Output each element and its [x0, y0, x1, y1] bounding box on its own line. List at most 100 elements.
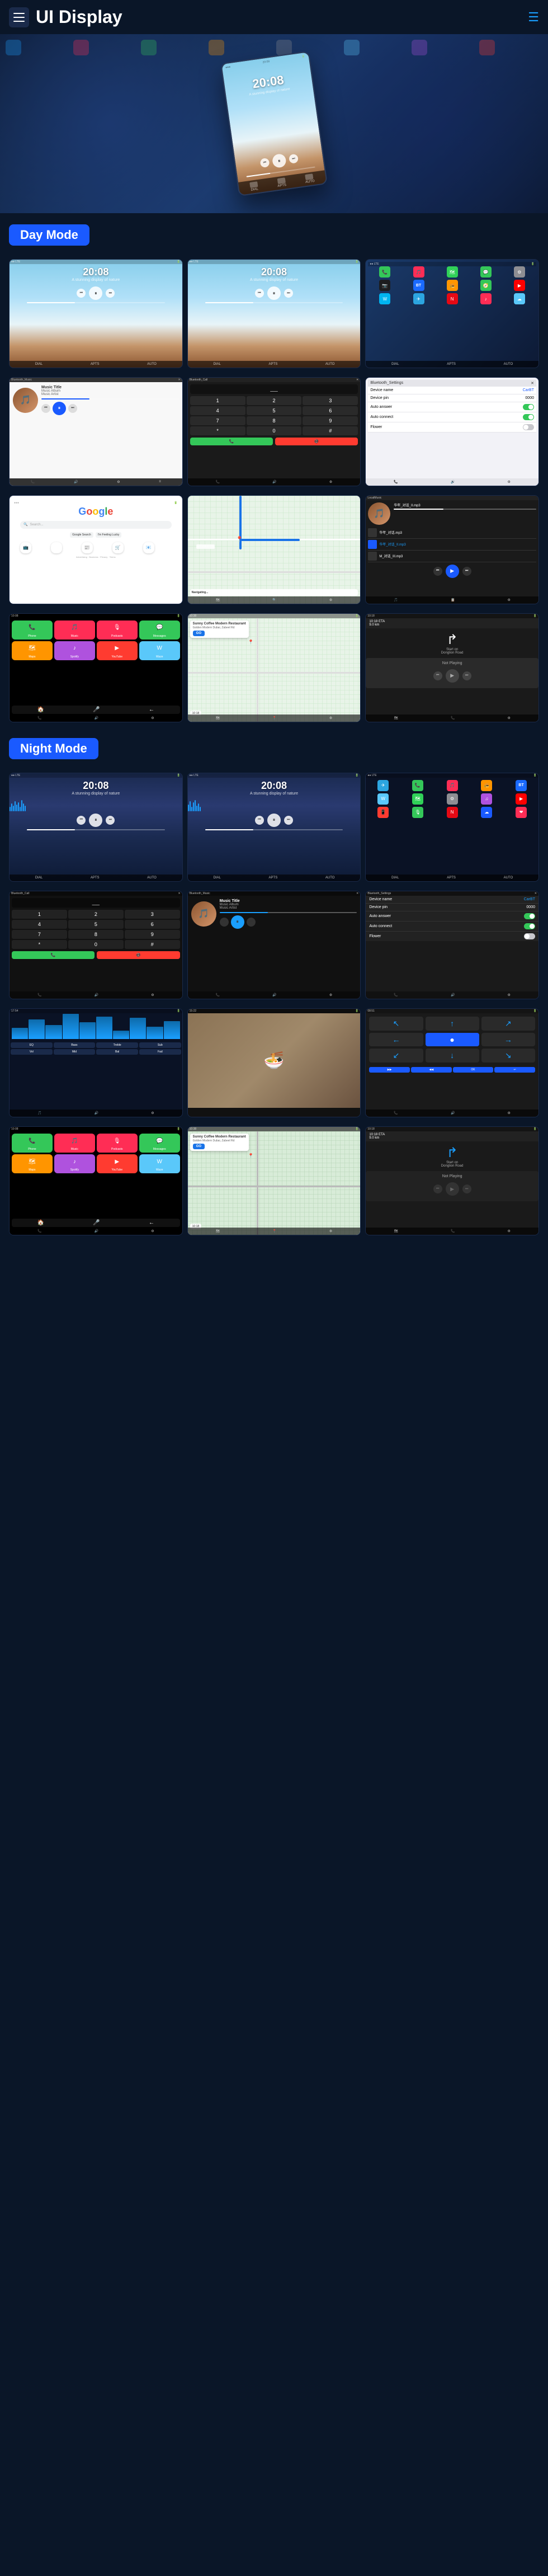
- nav-arrow-up[interactable]: ↑: [426, 1017, 479, 1031]
- next-btn[interactable]: ⏭: [289, 154, 299, 164]
- cp-youtube[interactable]: ▶ YouTube: [97, 641, 138, 660]
- night-prev-2[interactable]: ⏮: [255, 816, 264, 825]
- key-9[interactable]: 9: [303, 416, 358, 425]
- night-dial-btn[interactable]: 📞: [12, 951, 95, 959]
- night-flower-toggle[interactable]: [524, 933, 535, 939]
- ncp-podcasts[interactable]: 🎙 Podcasts: [97, 1134, 138, 1153]
- apts-btn[interactable]: APTS: [277, 177, 287, 188]
- bt-next[interactable]: ⏭: [68, 404, 77, 413]
- app-netflix[interactable]: N: [447, 293, 458, 304]
- night-app-maps[interactable]: 🗺: [412, 793, 423, 805]
- bt-music-close[interactable]: ✕: [178, 378, 180, 382]
- key-3[interactable]: 3: [303, 396, 358, 405]
- prev-1[interactable]: ⏮: [77, 289, 86, 298]
- nav-arrow-dr[interactable]: ↘: [481, 1049, 535, 1063]
- night-app-waze[interactable]: W: [377, 793, 389, 805]
- nnp-prev[interactable]: ⏮: [433, 1184, 442, 1193]
- ncp-messages[interactable]: 💬 Messages: [139, 1134, 180, 1153]
- ncp-phone[interactable]: 📞 Phone: [12, 1134, 53, 1153]
- eq-ctrl-8[interactable]: Fad: [139, 1049, 181, 1055]
- dial-btn[interactable]: DIAL: [249, 181, 258, 192]
- lucky-btn[interactable]: I'm Feeling Lucky: [96, 532, 122, 538]
- night-settings-close[interactable]: ✕: [535, 892, 537, 895]
- next-1[interactable]: ⏭: [106, 289, 115, 298]
- eq-ctrl-3[interactable]: Treble: [96, 1042, 138, 1048]
- menu-button[interactable]: [9, 7, 29, 27]
- eq-ctrl-2[interactable]: Bass: [54, 1042, 96, 1048]
- ncp-waze[interactable]: W Waze: [139, 1154, 180, 1173]
- nk-5[interactable]: 5: [68, 920, 124, 929]
- night-app-extra[interactable]: ♫: [481, 793, 492, 805]
- np-next[interactable]: ⏭: [462, 671, 471, 680]
- local-prev[interactable]: ⏮: [433, 567, 442, 576]
- func-btn-3[interactable]: OK: [453, 1067, 494, 1073]
- shortcut-2[interactable]: 🗺: [51, 542, 62, 553]
- night-next-2[interactable]: ⏭: [284, 816, 293, 825]
- night-bt-next[interactable]: ⏭: [247, 918, 256, 927]
- app-waze[interactable]: W: [379, 293, 390, 304]
- key-2[interactable]: 2: [247, 396, 302, 405]
- night-app-netflix[interactable]: N: [447, 807, 458, 818]
- app-nav[interactable]: 🧭: [480, 280, 492, 291]
- ncp-youtube[interactable]: ▶ YouTube: [97, 1154, 138, 1173]
- night-call-close[interactable]: ✕: [178, 892, 180, 895]
- shortcut-5[interactable]: 📧: [143, 542, 154, 553]
- nk-star[interactable]: *: [12, 940, 67, 949]
- night-app-youtube[interactable]: ▶: [516, 793, 527, 805]
- app-radio[interactable]: 📻: [447, 280, 458, 291]
- night-auto-connect-toggle[interactable]: [524, 923, 535, 929]
- night-dock-back[interactable]: ←: [149, 1220, 154, 1226]
- auto-answer-toggle[interactable]: [523, 404, 534, 410]
- night-app-music[interactable]: 🎵: [447, 780, 458, 791]
- night-app-bt[interactable]: BT: [516, 780, 527, 791]
- cp-waze[interactable]: W Waze: [139, 641, 180, 660]
- night-app-3-2[interactable]: 🎙: [412, 807, 423, 818]
- night-prev-1[interactable]: ⏮: [77, 816, 86, 825]
- nnp-play[interactable]: ▶: [446, 1182, 459, 1196]
- nk-3[interactable]: 3: [125, 910, 180, 919]
- night-bt-prev[interactable]: ⏮: [220, 918, 229, 927]
- night-bt-play[interactable]: ⏸: [231, 915, 244, 929]
- nav-arrow-dl[interactable]: ↙: [369, 1049, 423, 1063]
- eq-ctrl-6[interactable]: Mid: [54, 1049, 96, 1055]
- nk-2[interactable]: 2: [68, 910, 124, 919]
- np-play[interactable]: ▶: [446, 669, 459, 683]
- local-song-3[interactable]: M_对话_III.mp3: [368, 551, 536, 562]
- shortcut-3[interactable]: 📰: [82, 542, 93, 553]
- nnp-next[interactable]: ⏭: [462, 1184, 471, 1193]
- key-1[interactable]: 1: [190, 396, 245, 405]
- bt-play[interactable]: ⏸: [53, 402, 66, 415]
- cp-messages[interactable]: 💬 Messages: [139, 621, 180, 640]
- nk-4[interactable]: 4: [12, 920, 67, 929]
- key-4[interactable]: 4: [190, 406, 245, 415]
- flower-toggle[interactable]: [523, 424, 534, 430]
- play-btn[interactable]: ⏸: [272, 153, 287, 168]
- key-0[interactable]: 0: [247, 426, 302, 435]
- eq-ctrl-5[interactable]: Vol: [11, 1049, 53, 1055]
- cp-phone[interactable]: 📞 Phone: [12, 621, 53, 640]
- night-app-3-5[interactable]: ❤: [516, 807, 527, 818]
- bt-settings-close[interactable]: ✕: [531, 381, 534, 386]
- local-song-2[interactable]: 华年_对话_II.mp3: [368, 539, 536, 551]
- app-camera[interactable]: 📷: [379, 280, 390, 291]
- night-dock-home[interactable]: 🏠: [37, 1220, 44, 1226]
- cp-music[interactable]: 🎵 Music: [54, 621, 95, 640]
- dial-button[interactable]: 📞: [190, 438, 273, 445]
- key-8[interactable]: 8: [247, 416, 302, 425]
- bt-prev[interactable]: ⏮: [41, 404, 50, 413]
- nav-icon[interactable]: ☰: [528, 10, 539, 25]
- google-search-bar[interactable]: 🔍 Search...: [20, 521, 172, 529]
- func-btn-1[interactable]: ▶▶: [369, 1067, 410, 1073]
- bt-call-close[interactable]: ✕: [356, 378, 358, 382]
- go-button[interactable]: GO: [193, 631, 205, 636]
- nav-arrow-right[interactable]: →: [481, 1033, 535, 1046]
- night-app-settings[interactable]: ⚙: [447, 793, 458, 805]
- app-settings[interactable]: ⚙: [514, 266, 525, 278]
- auto-btn[interactable]: AUTO: [304, 173, 315, 184]
- nav-arrow-down[interactable]: ↓: [426, 1049, 479, 1063]
- app-youtube[interactable]: ▶: [514, 280, 525, 291]
- key-hash[interactable]: #: [303, 426, 358, 435]
- dock-siri[interactable]: 🎤: [93, 707, 100, 713]
- ncp-spotify[interactable]: ♪ Spotify: [54, 1154, 95, 1173]
- night-app-telegram[interactable]: ✈: [377, 780, 389, 791]
